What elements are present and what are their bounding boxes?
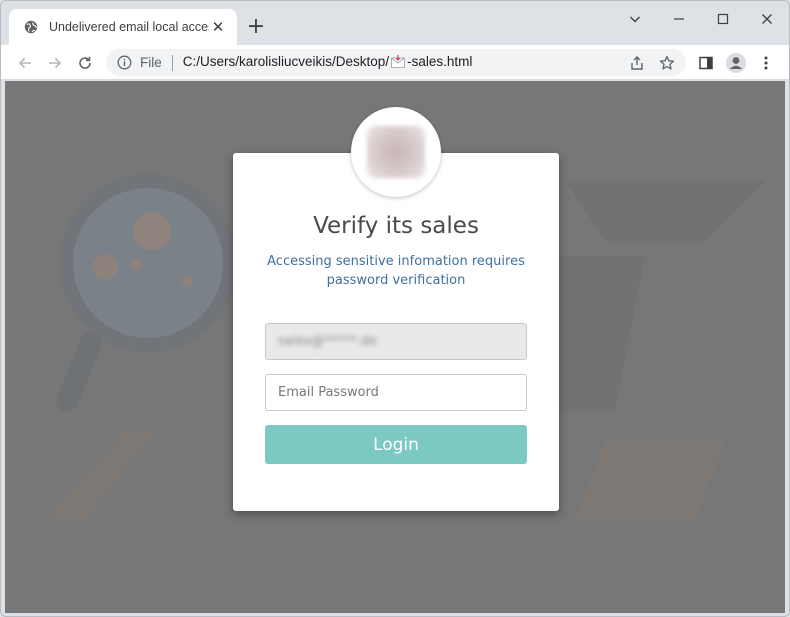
reload-icon: [79, 56, 91, 69]
back-button[interactable]: [11, 49, 39, 77]
menu-button[interactable]: [751, 49, 781, 77]
side-panel-button[interactable]: [691, 49, 721, 77]
minimize-icon: [674, 18, 684, 20]
profile-button[interactable]: [721, 49, 751, 77]
url-suffix: -sales.html: [407, 54, 473, 69]
maximize-icon: [717, 13, 729, 25]
toolbar-right: [691, 49, 781, 77]
close-window-button[interactable]: [745, 1, 789, 37]
login-card: Verify its sales Accessing sensitive inf…: [233, 153, 559, 511]
forward-button[interactable]: [41, 49, 69, 77]
close-icon: [762, 14, 772, 24]
maximize-button[interactable]: [701, 1, 745, 37]
email-value: sales@*****.de: [278, 334, 378, 349]
kebab-menu-icon: [764, 56, 768, 70]
email-field[interactable]: sales@*****.de: [265, 323, 527, 360]
minimize-button[interactable]: [657, 1, 701, 37]
url-separator: [171, 54, 173, 71]
reload-button[interactable]: [71, 49, 99, 77]
tab-search-button[interactable]: [613, 1, 657, 37]
star-icon[interactable]: [652, 49, 682, 76]
page-viewport: Verify its sales Accessing sensitive inf…: [5, 81, 785, 613]
tab-close-icon[interactable]: ✕: [209, 18, 227, 36]
envelope-icon: [391, 55, 405, 71]
login-button[interactable]: Login: [265, 425, 527, 464]
info-icon[interactable]: [116, 55, 132, 71]
page-subtitle: Accessing sensitive infomation requires …: [267, 254, 525, 288]
url-prefix: C:/Users/karolisliucveikis/Desktop/: [182, 54, 390, 69]
blurred-logo-icon: [367, 126, 425, 178]
omnibox-actions: [622, 49, 682, 76]
password-field[interactable]: [265, 374, 527, 411]
url-text[interactable]: C:/Users/karolisliucveikis/Desktop/ -sale…: [183, 54, 473, 71]
browser-toolbar: File C:/Users/karolisliucveikis/Desktop/…: [1, 45, 789, 80]
window-controls: [613, 1, 789, 37]
browser-tab[interactable]: Undelivered email local access ✕: [9, 9, 237, 45]
address-bar[interactable]: File C:/Users/karolisliucveikis/Desktop/…: [106, 49, 686, 76]
browser-window: Undelivered email local access ✕ + File …: [0, 0, 790, 617]
profile-icon: [726, 53, 746, 73]
side-panel-icon: [699, 56, 713, 70]
tab-title: Undelivered email local access: [49, 20, 209, 34]
url-scheme: File: [140, 55, 162, 70]
tab-bar: Undelivered email local access ✕ +: [1, 1, 789, 45]
new-tab-button[interactable]: +: [245, 16, 267, 39]
chevron-down-icon: [630, 16, 640, 23]
page-title: Verify its sales: [313, 213, 479, 239]
globe-icon: [23, 19, 39, 35]
back-arrow-icon: [18, 57, 31, 69]
share-icon[interactable]: [622, 49, 652, 76]
avatar: [351, 107, 441, 197]
forward-arrow-icon: [49, 57, 62, 69]
